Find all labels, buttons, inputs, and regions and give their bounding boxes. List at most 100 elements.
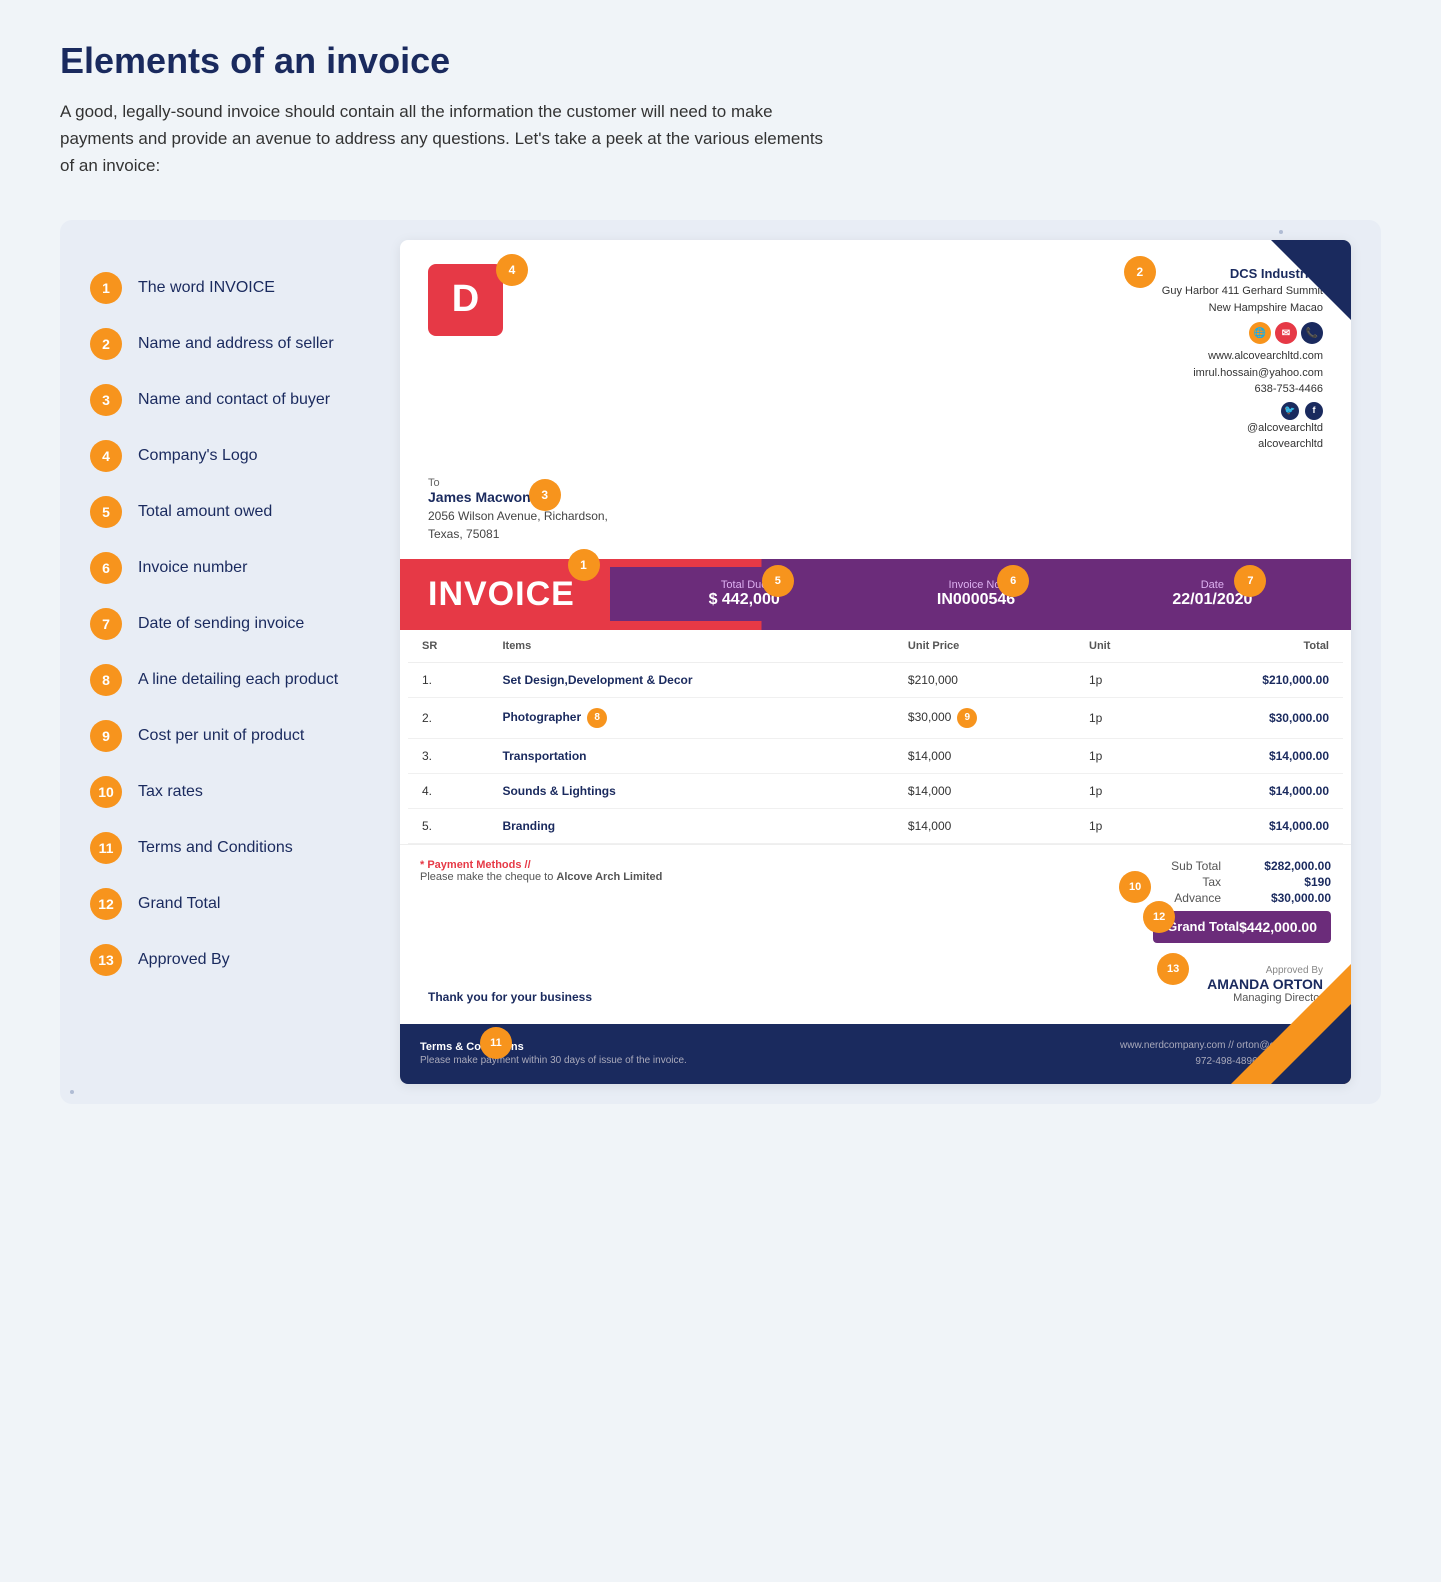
legend-badge-8: 8 [90,664,122,696]
invoice-footer: 11 Terms & Conditions Please make paymen… [400,1024,1351,1084]
payment-text: Please make the cheque to [420,871,553,883]
badge-10: 10 [1119,871,1151,903]
items-table-wrapper: SRItemsUnit PriceUnitTotal 1.Set Design,… [400,630,1351,844]
legend-label-7: Date of sending invoice [138,615,304,633]
advance-value: $30,000.00 [1241,891,1331,905]
badge-9: 9 [957,708,977,728]
total-1: $210,000.00 [1167,662,1343,697]
legend-badge-6: 6 [90,552,122,584]
legend-badge-5: 5 [90,496,122,528]
legend-item-13: 13 Approved By [90,932,370,988]
legend-label-3: Name and contact of buyer [138,391,330,409]
item-name-2: Photographer8 [488,697,893,738]
unit-price-2: $30,0009 [894,697,1075,738]
totals-section: * Payment Methods // Please make the che… [400,844,1351,957]
corner-triangle-top-right [1271,240,1351,320]
legend-item-4: 4 Company's Logo [90,428,370,484]
invoice-panel: D 4 2 DCS Industries Guy Harbor 411 Gerh… [400,240,1351,1084]
badge-11: 11 [480,1027,512,1059]
badge-2: 2 [1124,256,1156,288]
legend-item-10: 10 Tax rates [90,764,370,820]
legend-label-6: Invoice number [138,559,247,577]
table-row: 4.Sounds & Lightings$14,0001p$14,000.00 [408,773,1343,808]
subtotal-value: $282,000.00 [1241,859,1331,873]
legend-badge-9: 9 [90,720,122,752]
subtotal-label: Sub Total [1171,859,1221,873]
unit-price-3: $14,000 [894,738,1075,773]
table-row: 5. Branding $14,0001p$14,000.00 [408,808,1343,843]
facebook-icon: f [1305,402,1323,420]
payment-info: * Payment Methods // Please make the che… [420,859,662,943]
badge-12: 12 [1143,901,1175,933]
table-row: 3. Transportation $14,0001p$14,000.00 [408,738,1343,773]
th-sr: SR [408,630,488,663]
legend-item-5: 5 Total amount owed [90,484,370,540]
dot-grid-bottom-left: for(let i=0;i<35;i++) document.currentSc… [70,1090,150,1094]
th-unit-price: Unit Price [894,630,1075,663]
phone-icon: 📞 [1301,322,1323,344]
legend-badge-10: 10 [90,776,122,808]
tax-label: Tax [1202,875,1221,889]
legend-label-10: Tax rates [138,783,203,801]
to-label: To [428,477,1323,489]
unit-5: 1p [1075,808,1167,843]
badge-6: 6 [997,565,1029,597]
unit-3: 1p [1075,738,1167,773]
total-5: $14,000.00 [1167,808,1343,843]
item-text-5: Branding [502,819,555,833]
totals-right: Sub Total $282,000.00 10 Tax $190 Advanc… [1153,859,1331,943]
legend-label-9: Cost per unit of product [138,727,304,745]
company-icons: 🌐 ✉ 📞 [1162,322,1323,344]
item-text-3: Transportation [502,749,586,763]
invoice-title-bar: INVOICE 1 Total Due $ 442,000 5 Invoice … [400,559,1351,630]
social-icons: 🐦 f [1162,402,1323,420]
badge-3: 3 [529,479,561,511]
legend-item-1: 1 The word INVOICE [90,260,370,316]
unit-price-4: $14,000 [894,773,1075,808]
company-logo: D 4 [428,264,518,344]
legend-item-9: 9 Cost per unit of product [90,708,370,764]
sr-4: 4. [408,773,488,808]
sr-5: 5. [408,808,488,843]
sr-2: 2. [408,697,488,738]
logo-letter: D [428,264,503,336]
total-3: $14,000.00 [1167,738,1343,773]
th-items: Items [488,630,893,663]
legend-label-8: A line detailing each product [138,671,338,689]
item-name-5: Branding [488,808,893,843]
payment-bold: Alcove Arch Limited [556,871,662,883]
item-name-4: Sounds & Lightings [488,773,893,808]
sr-3: 3. [408,738,488,773]
company-facebook: alcovearchltd [1162,436,1323,453]
thank-you: Thank you for your business [408,982,612,1012]
legend-label-12: Grand Total [138,895,220,913]
main-container: for(let i=0;i<48;i++) document.currentSc… [60,220,1381,1104]
payment-asterisk: * Payment Methods // [420,859,531,871]
badge-7: 7 [1234,565,1266,597]
th-unit: Unit [1075,630,1167,663]
legend-label-13: Approved By [138,951,230,969]
items-table: SRItemsUnit PriceUnitTotal 1.Set Design,… [408,630,1343,844]
invoice-header: D 4 2 DCS Industries Guy Harbor 411 Gerh… [400,240,1351,477]
invoice-no-block: Invoice No. IN0000546 6 [937,579,1015,609]
legend-label-1: The word INVOICE [138,279,275,297]
legend-item-11: 11 Terms and Conditions [90,820,370,876]
legend-label-2: Name and address of seller [138,335,334,353]
invoice-word: INVOICE 1 [400,559,610,630]
invoice-meta: Total Due $ 442,000 5 Invoice No. IN0000… [610,567,1351,621]
total-due-block: Total Due $ 442,000 5 [709,579,780,609]
item-name-1: Set Design,Development & Decor [488,662,893,697]
terms-text: Please make payment within 30 days of is… [420,1055,687,1066]
unit-price-1: $210,000 [894,662,1075,697]
item-name-3: Transportation [488,738,893,773]
page-title: Elements of an invoice [60,40,1381,82]
legend-panel: 1 The word INVOICE 2 Name and address of… [60,220,400,1104]
legend-item-12: 12 Grand Total [90,876,370,932]
twitter-icon: 🐦 [1281,402,1299,420]
unit-2: 1p [1075,697,1167,738]
footer-left: 11 Terms & Conditions Please make paymen… [420,1041,687,1066]
tax-value: $190 [1241,875,1331,889]
unit-price-5: $14,000 [894,808,1075,843]
unit-1: 1p [1075,662,1167,697]
date-block: Date 22/01/2020 7 [1172,579,1252,609]
